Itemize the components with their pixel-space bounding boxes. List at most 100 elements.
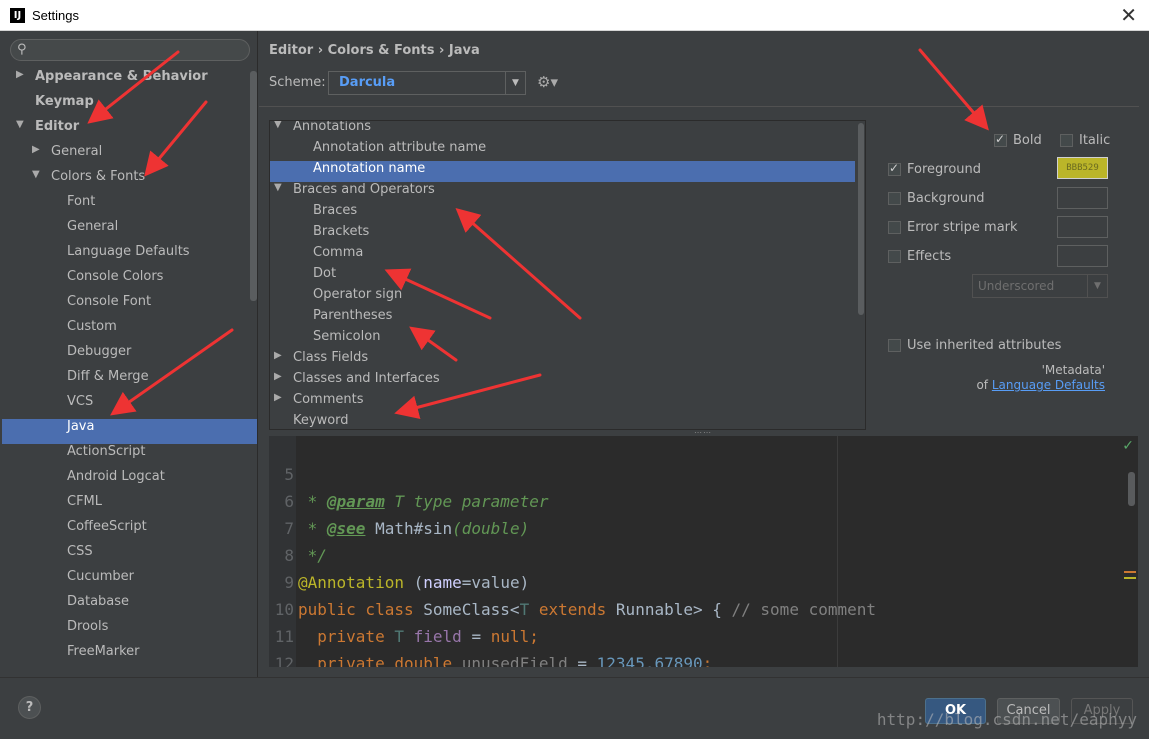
attribute-item-label: Operator sign [313, 287, 403, 302]
attribute-item[interactable]: ▶ Class Fields [270, 350, 855, 371]
chevron-down-icon[interactable]: ▼ [16, 119, 24, 130]
sidebar-item-label: ActionScript [67, 444, 146, 459]
sidebar-item[interactable]: Custom [2, 319, 257, 344]
sidebar-item[interactable]: CSS [2, 544, 257, 569]
chevron-right-icon[interactable]: ▶ [274, 350, 282, 361]
sidebar-item[interactable]: Android Logcat [2, 469, 257, 494]
sidebar-item[interactable]: Java [2, 419, 257, 444]
sidebar-item[interactable]: Keymap [2, 94, 257, 119]
sidebar-item-label: Drools [67, 619, 109, 634]
sidebar-item-label: Java [67, 419, 95, 434]
attribute-item-label: Dot [313, 266, 337, 281]
attribute-item[interactable]: Operator sign [270, 287, 855, 308]
watermark: http://blog.csdn.net/eaphyy [876, 710, 1137, 729]
attribute-item[interactable]: ▼ Annotations [270, 121, 855, 140]
sidebar-item[interactable]: General [2, 219, 257, 244]
sidebar-item[interactable]: Cucumber [2, 569, 257, 594]
chevron-down-icon[interactable]: ▼ [32, 169, 40, 180]
error-stripe-color-swatch[interactable] [1057, 216, 1108, 238]
attribute-item[interactable]: ▶ Comments [270, 392, 855, 413]
sidebar-item[interactable]: Database [2, 594, 257, 619]
attribute-item-label: Brackets [313, 224, 370, 239]
attribute-item[interactable]: ▶ Classes and Interfaces [270, 371, 855, 392]
background-color-swatch[interactable] [1057, 187, 1108, 209]
right-margin-guide [837, 436, 838, 667]
sidebar-item-label: General [67, 219, 119, 234]
sidebar-item[interactable]: ▶ Appearance & Behavior [2, 69, 257, 94]
error-stripe-marker[interactable] [1124, 577, 1136, 579]
sidebar-item[interactable]: CoffeeScript [2, 519, 257, 544]
effects-color-swatch[interactable] [1057, 245, 1108, 267]
search-input[interactable] [33, 42, 243, 58]
chevron-right-icon[interactable]: ▶ [274, 392, 282, 403]
attribute-item[interactable]: Parentheses [270, 308, 855, 329]
sidebar-item[interactable]: ▶ General [2, 144, 257, 169]
sidebar-item[interactable]: Font [2, 194, 257, 219]
chevron-right-icon[interactable]: ▶ [274, 371, 282, 382]
sidebar-item-label: Font [67, 194, 96, 209]
code-line: 8 @Annotation (name=value) [269, 515, 529, 592]
chevron-down-icon[interactable]: ▼ [1087, 275, 1107, 297]
settings-search[interactable]: ⚲ [10, 39, 250, 61]
sidebar-item-label: Cucumber [67, 569, 134, 584]
effects-checkbox[interactable] [888, 250, 901, 263]
attribute-item-label: Semicolon [313, 329, 381, 344]
sidebar-item[interactable]: ▼ Editor [2, 119, 257, 144]
effects-style-select[interactable]: Underscored ▼ [972, 274, 1108, 298]
chevron-down-icon[interactable]: ▼ [505, 72, 525, 94]
code-text: private T field = null; [317, 627, 539, 646]
sidebar-item-label: Database [67, 594, 130, 609]
error-stripe-marker[interactable] [1124, 571, 1136, 573]
sidebar-item[interactable]: ▼ Colors & Fonts [2, 169, 257, 194]
sidebar-item[interactable]: Console Colors [2, 269, 257, 294]
sidebar-item[interactable]: VCS [2, 394, 257, 419]
chevron-down-icon[interactable]: ▼ [274, 121, 282, 130]
attribute-item[interactable]: Annotation name [270, 161, 855, 182]
code-line: 7 */ [269, 488, 327, 565]
attribute-item[interactable]: Semicolon [270, 329, 855, 350]
sidebar-item-label: Editor [35, 119, 80, 134]
chevron-right-icon[interactable]: ▶ [16, 69, 24, 80]
attribute-item-label: Comma [313, 245, 364, 260]
attribute-item[interactable]: Braces [270, 203, 855, 224]
code-line: 10 private T field = null; [269, 569, 539, 646]
italic-checkbox[interactable] [1060, 134, 1073, 147]
sidebar-item[interactable]: FreeMarker [2, 644, 257, 669]
chevron-down-icon[interactable]: ▼ [274, 182, 282, 193]
intellij-app-icon: IJ [10, 8, 25, 23]
sidebar-item[interactable]: Drools [2, 619, 257, 644]
sidebar-item-label: Appearance & Behavior [35, 69, 208, 84]
check-icon: ✓ [1122, 438, 1134, 454]
scheme-select[interactable]: Darcula ▼ [328, 71, 526, 95]
inherit-checkbox[interactable] [888, 339, 901, 352]
attribute-item[interactable]: Brackets [270, 224, 855, 245]
sidebar-item-label: Custom [67, 319, 117, 334]
preview-scrollbar[interactable] [1128, 472, 1135, 506]
attribute-tree-scrollbar[interactable] [858, 123, 864, 315]
sidebar-item[interactable]: CFML [2, 494, 257, 519]
background-checkbox[interactable] [888, 192, 901, 205]
bold-checkbox[interactable] [994, 132, 1007, 147]
close-icon[interactable]: ✕ [1120, 3, 1137, 27]
help-button[interactable]: ? [18, 696, 41, 719]
foreground-checkbox[interactable] [888, 161, 901, 176]
sidebar-item[interactable]: Debugger [2, 344, 257, 369]
attribute-item[interactable]: Dot [270, 266, 855, 287]
sidebar-scrollbar[interactable] [250, 71, 257, 301]
chevron-right-icon[interactable]: ▶ [32, 144, 40, 155]
attribute-item-label: Comments [293, 392, 364, 407]
language-defaults-link[interactable]: Language Defaults [992, 378, 1105, 392]
sidebar-item-label: Console Colors [67, 269, 164, 284]
sidebar-item[interactable]: Diff & Merge [2, 369, 257, 394]
attribute-item[interactable]: Comma [270, 245, 855, 266]
gear-icon[interactable]: ⚙▾ [537, 73, 558, 91]
sidebar-item[interactable]: Console Font [2, 294, 257, 319]
error-stripe-checkbox[interactable] [888, 221, 901, 234]
sidebar-item[interactable]: ActionScript [2, 444, 257, 469]
foreground-color-swatch[interactable]: BBB529 [1057, 157, 1108, 179]
attribute-item[interactable]: ▼ Braces and Operators [270, 182, 855, 203]
sidebar-item[interactable]: Language Defaults [2, 244, 257, 269]
code-preview[interactable]: 5 * @param T type parameter 6 * @see Mat… [269, 436, 1138, 667]
attribute-item[interactable]: Annotation attribute name [270, 140, 855, 161]
attribute-item[interactable]: Keyword [270, 413, 855, 429]
